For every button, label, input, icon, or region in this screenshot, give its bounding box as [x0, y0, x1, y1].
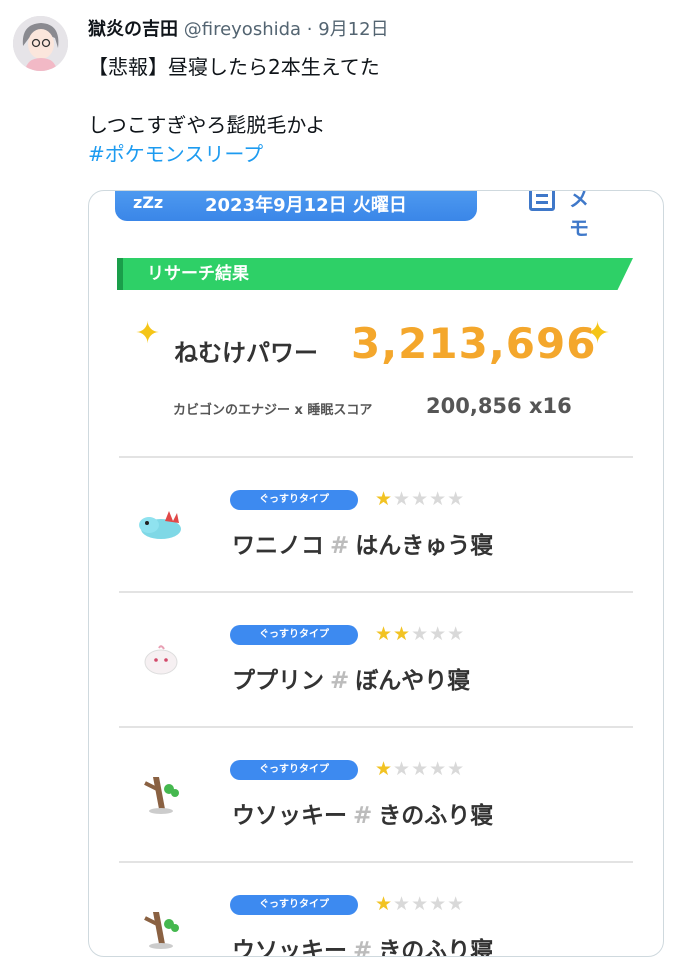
igglybuff-sprite-icon [135, 632, 187, 684]
sleep-type-badge: ぐっすりタイプ [230, 760, 358, 780]
rarity-stars: ★★★★★ [375, 893, 466, 915]
sleep-style: はんきゅう寝 [355, 533, 494, 559]
pokemon-name-line: ワニノコ # はんきゅう寝 [232, 526, 493, 560]
energy-value: 200,856 x16 [426, 394, 572, 418]
sleep-type-badge: ぐっすりタイプ [230, 895, 358, 915]
hash-separator: # [353, 938, 373, 957]
research-result-header: リサーチ結果 [117, 258, 633, 290]
meta-separator: · [306, 19, 313, 40]
tweet-date[interactable]: 9月12日 [318, 19, 388, 40]
pokemon-entry: ぐっすりタイプ ★★★★★ ププリン # ぼんやり寝 [89, 592, 663, 727]
pokemon-name: ワニノコ [232, 533, 324, 559]
hash-separator: # [353, 803, 373, 829]
pokemon-entry: ぐっすりタイプ ★★★★★ ウソッキー # きのふり寝 [89, 862, 663, 957]
pokemon-entry: ぐっすりタイプ ★★★★★ ウソッキー # きのふり寝 [89, 727, 663, 862]
author-avatar[interactable] [13, 16, 68, 71]
hash-separator: # [330, 533, 350, 559]
energy-label: カビゴンのエナジー x 睡眠スコア [173, 403, 373, 418]
sudowoodo-sprite-icon [135, 902, 187, 954]
drowsy-power-label: ねむけパワー [174, 339, 318, 367]
pokemon-name: ププリン [232, 668, 324, 694]
pokemon-name-line: ウソッキー # きのふり寝 [232, 931, 494, 957]
tweet-text: 【悲報】昼寝したら2本生えてた しつこすぎやろ髭脱毛かよ #ポケモンスリープ [88, 53, 380, 169]
pokemon-name: ウソッキー [232, 803, 347, 829]
rarity-stars: ★★★★★ [375, 488, 466, 510]
sleep-style: きのふり寝 [378, 803, 494, 829]
sleep-style: ぼんやり寝 [355, 668, 471, 694]
sleep-style: きのふり寝 [378, 938, 494, 957]
section-title: リサーチ結果 [147, 264, 249, 284]
tweet-line-2: しつこすぎやろ髭脱毛かよ [88, 113, 326, 137]
sleep-type-badge: ぐっすりタイプ [230, 625, 358, 645]
hashtag-link[interactable]: #ポケモンスリープ [88, 140, 380, 169]
pokemon-name-line: ウソッキー # きのふり寝 [232, 796, 493, 830]
totodile-sprite-icon [135, 497, 187, 549]
author-handle[interactable]: @fireyoshida [184, 19, 301, 40]
sleep-type-badge: ぐっすりタイプ [230, 490, 358, 510]
attached-image[interactable]: zZz 2023年9月12日 火曜日 メモ リサーチ結果 ✦ ✦ ねむけパワー … [88, 190, 664, 957]
rarity-stars: ★★★★★ [375, 623, 466, 645]
author-name[interactable]: 獄炎の吉田 [88, 19, 178, 40]
sudowoodo-sprite-icon [135, 767, 187, 819]
date-banner: zZz 2023年9月12日 火曜日 [115, 191, 477, 221]
memo-label: メモ [569, 190, 589, 240]
tweet-header: 獄炎の吉田 @fireyoshida · 9月12日 [88, 18, 389, 42]
memo-icon [529, 191, 555, 211]
sleep-date: 2023年9月12日 火曜日 [205, 195, 407, 216]
pokemon-name-line: ププリン # ぼんやり寝 [232, 661, 470, 695]
sparkle-left-icon: ✦ [135, 316, 161, 351]
drowsy-power-value: 3,213,696 [351, 319, 597, 368]
hash-separator: # [330, 668, 350, 694]
sleep-zz-icon: zZz [133, 193, 164, 212]
rarity-stars: ★★★★★ [375, 758, 466, 780]
pokemon-entry: ぐっすりタイプ ★★★★★ ワニノコ # はんきゅう寝 [89, 457, 663, 592]
section-accent [117, 258, 123, 290]
tweet-line-1: 【悲報】昼寝したら2本生えてた [88, 55, 380, 79]
pokemon-name: ウソッキー [232, 938, 347, 957]
